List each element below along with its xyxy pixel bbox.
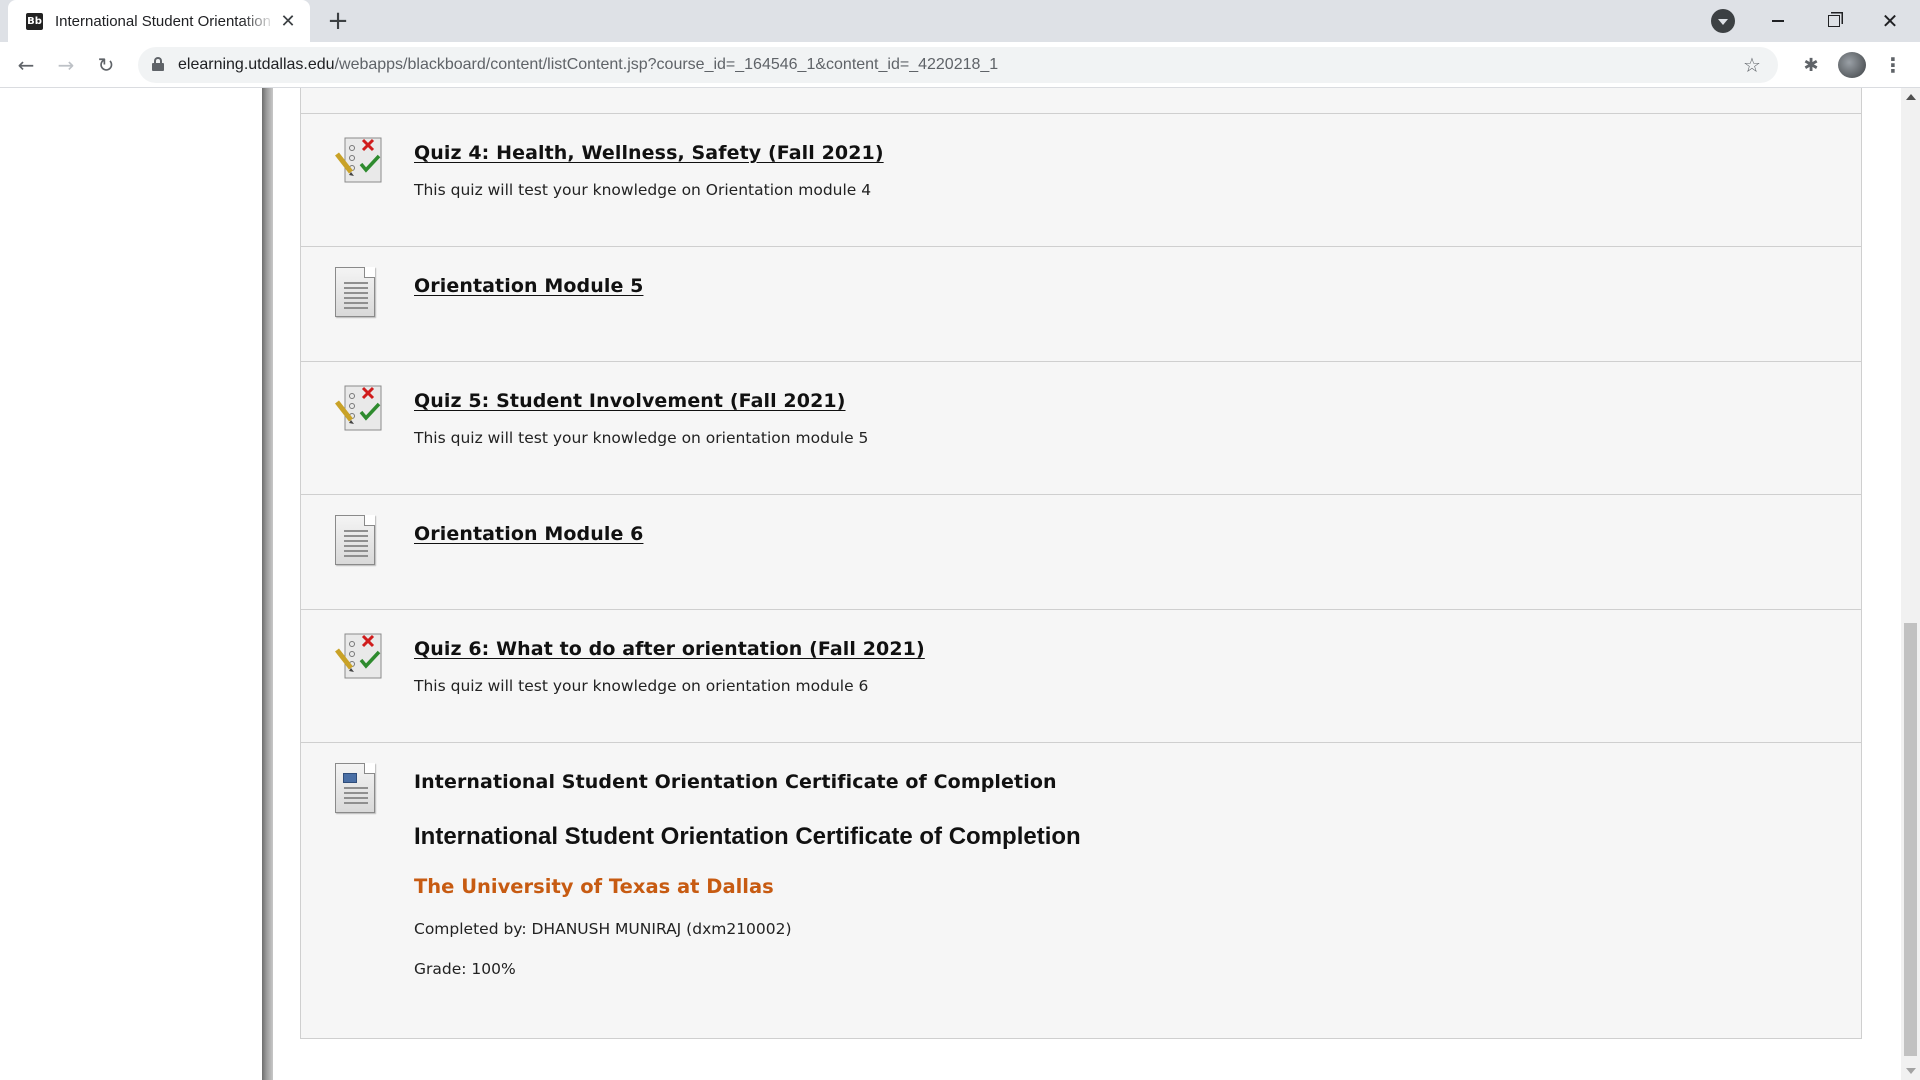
browser-tabstrip: Bb International Student Orientation ✕ +… [0,0,1920,42]
scrollbar-thumb[interactable] [1904,623,1917,1056]
list-item-previous-partial [300,88,1862,114]
lock-icon[interactable] [152,57,164,71]
tab-close-icon[interactable]: ✕ [276,9,300,33]
profile-avatar[interactable] [1838,52,1866,78]
address-bar[interactable]: elearning.utdallas.edu/webapps/blackboar… [138,47,1778,83]
back-icon[interactable]: ← [10,49,42,81]
browser-toolbar: ← → ↻ elearning.utdallas.edu/webapps/bla… [0,42,1920,88]
certificate-organization: The University of Texas at Dallas [414,875,774,898]
item-body: Quiz 6: What to do after orientation (Fa… [414,638,1821,695]
item-description: This quiz will test your knowledge on or… [414,429,869,447]
certificate-item-title: International Student Orientation Certif… [414,771,1057,793]
list-item-module-6: Orientation Module 6 [300,495,1862,610]
list-item-quiz-6: Quiz 6: What to do after orientation (Fa… [300,610,1862,743]
url-text[interactable]: elearning.utdallas.edu/webapps/blackboar… [178,47,998,83]
scroll-up-arrow-icon[interactable] [1906,94,1916,100]
item-description: This quiz will test your knowledge on or… [414,677,869,695]
window-close-button[interactable]: ✕ [1862,0,1918,42]
item-body: Orientation Module 5 [414,275,1821,297]
certificate-completed-by: Completed by: DHANUSH MUNIRAJ (dxm210002… [414,920,792,938]
item-body: International Student Orientation Certif… [414,771,1821,978]
window-restore-button[interactable] [1806,0,1862,42]
item-body: Quiz 5: Student Involvement (Fall 2021) … [414,390,1821,447]
certificate-grade: Grade: 100% [414,960,516,978]
extensions-icon[interactable]: ✱ [1796,50,1826,80]
vertical-scrollbar[interactable] [1901,88,1920,1080]
bookmark-star-icon[interactable]: ☆ [1738,51,1766,79]
quiz-icon [335,134,385,186]
item-description: This quiz will test your knowledge on Or… [414,181,872,199]
list-item-quiz-5: Quiz 5: Student Involvement (Fall 2021) … [300,362,1862,495]
quiz-5-link[interactable]: Quiz 5: Student Involvement (Fall 2021) [414,390,1821,412]
reload-icon[interactable]: ↻ [90,49,122,81]
url-host: elearning.utdallas.edu [178,56,335,73]
item-body: Quiz 4: Health, Wellness, Safety (Fall 2… [414,142,1821,199]
course-menu-divider[interactable] [262,88,273,1080]
quiz-icon [335,630,385,682]
list-item-certificate: International Student Orientation Certif… [300,743,1862,1039]
orientation-module-6-link[interactable]: Orientation Module 6 [414,523,1821,545]
window-minimize-button[interactable] [1750,0,1806,42]
new-tab-button[interactable]: + [322,5,354,37]
quiz-4-link[interactable]: Quiz 4: Health, Wellness, Safety (Fall 2… [414,142,1821,164]
forward-icon[interactable]: → [50,49,82,81]
item-body: Orientation Module 6 [414,523,1821,545]
blackboard-favicon-icon: Bb [26,12,43,30]
document-icon [335,515,385,567]
orientation-module-5-link[interactable]: Orientation Module 5 [414,275,1821,297]
certificate-document-icon [335,763,385,815]
certificate-heading: International Student Orientation Certif… [414,823,1081,850]
tab-title: International Student Orientation [55,12,271,30]
page-viewport: Quiz 4: Health, Wellness, Safety (Fall 2… [0,88,1920,1080]
content-list: Quiz 4: Health, Wellness, Safety (Fall 2… [300,88,1862,1039]
url-path: /webapps/blackboard/content/listContent.… [334,56,999,73]
browser-tab-active[interactable]: Bb International Student Orientation ✕ [8,0,310,42]
course-menu-area [0,88,262,1080]
list-item-module-5: Orientation Module 5 [300,247,1862,362]
scroll-down-arrow-icon[interactable] [1906,1068,1916,1074]
document-icon [335,267,385,319]
kebab-menu-icon[interactable]: ⋮ [1878,50,1908,80]
quiz-6-link[interactable]: Quiz 6: What to do after orientation (Fa… [414,638,1821,660]
list-item-quiz-4: Quiz 4: Health, Wellness, Safety (Fall 2… [300,114,1862,247]
tab-search-icon[interactable] [1711,9,1735,33]
quiz-icon [335,382,385,434]
